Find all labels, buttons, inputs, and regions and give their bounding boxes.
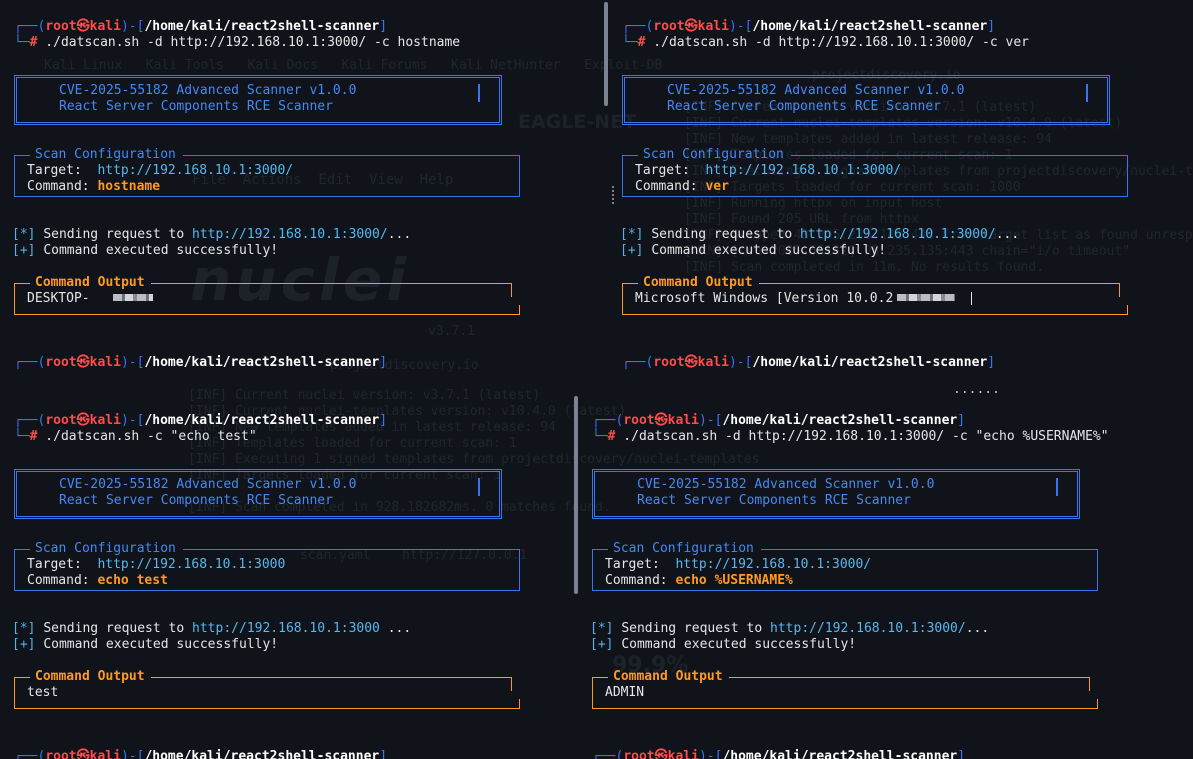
- prompt-line: ┌──(root㉿kali)-[/home/kali/react2shell-s…: [622, 19, 996, 34]
- command-output-title: Command Output: [35, 275, 145, 290]
- sending-line: [*] Sending request to http://192.168.10…: [620, 227, 1020, 242]
- command-line: └─# ./datscan.sh -d http://192.168.10.1:…: [592, 429, 1109, 444]
- command-output-value: DESKTOP-: [27, 291, 154, 307]
- prompt-line: ┌──(root㉿kali)-[/home/kali/react2shell-s…: [592, 413, 966, 428]
- banner-inner-bar: [1056, 478, 1058, 496]
- output-box-right-lower: [1097, 699, 1098, 709]
- banner-title: CVE-2025-55182 Advanced Scanner v1.0.0: [59, 83, 357, 98]
- scan-config-title: Scan Configuration: [35, 541, 176, 556]
- pane-bottom-right[interactable]: ┌──(root㉿kali)-[/home/kali/react2shell-s…: [578, 394, 1193, 759]
- config-target-row: Target: http://192.168.10.1:3000/: [605, 557, 872, 572]
- pane-bottom-left[interactable]: ┌──(root㉿kali)-[/home/kali/react2shell-s…: [0, 394, 572, 759]
- success-line: [+] Command executed successfully!: [620, 243, 887, 258]
- sending-line: [*] Sending request to http://192.168.10…: [590, 621, 990, 636]
- prompt-line-idle: ┌──(root㉿kali)-[/home/kali/react2shell-s…: [622, 355, 996, 370]
- output-box-right-lower: [519, 699, 520, 709]
- success-line: [+] Command executed successfully!: [590, 637, 857, 652]
- output-box-right: [1089, 677, 1090, 691]
- config-command-row: Command: echo %USERNAME%: [605, 573, 793, 588]
- command-output-value: ADMIN: [605, 685, 645, 700]
- command-line: └─# ./datscan.sh -d http://192.168.10.1:…: [14, 35, 461, 50]
- prompt-line: ┌──(root㉿kali)-[/home/kali/react2shell-s…: [14, 413, 388, 428]
- banner-title: CVE-2025-55182 Advanced Scanner v1.0.0: [59, 477, 357, 492]
- command-output-title: Command Output: [613, 669, 723, 684]
- config-command-row: Command: hostname: [27, 179, 161, 194]
- banner-subtitle: React Server Components RCE Scanner: [637, 493, 911, 508]
- text-cursor: [970, 292, 972, 305]
- banner-subtitle: React Server Components RCE Scanner: [59, 493, 333, 508]
- sending-line: [*] Sending request to http://192.168.10…: [12, 227, 412, 242]
- config-command-row: Command: echo test: [27, 573, 168, 588]
- command-output-value: Microsoft Windows [Version 10.0.2: [635, 291, 972, 307]
- scan-config-title: Scan Configuration: [643, 147, 784, 162]
- command-output-title: Command Output: [643, 275, 753, 290]
- banner-title: CVE-2025-55182 Advanced Scanner v1.0.0: [637, 477, 935, 492]
- scan-config-title: Scan Configuration: [613, 541, 754, 556]
- command-line: └─# ./datscan.sh -d http://192.168.10.1:…: [622, 35, 1030, 50]
- banner-inner-bar: [478, 478, 480, 496]
- output-box-right: [511, 283, 512, 297]
- command-line: └─# ./datscan.sh -c "echo test": [14, 429, 257, 444]
- config-target-row: Target: http://192.168.10.1:3000/: [27, 163, 294, 178]
- banner-title: CVE-2025-55182 Advanced Scanner v1.0.0: [667, 83, 965, 98]
- banner-subtitle: React Server Components RCE Scanner: [667, 99, 941, 114]
- config-target-row: Target: http://192.168.10.1:3000: [27, 557, 286, 572]
- prompt-line-idle: ┌──(root㉿kali)-[/home/kali/react2shell-s…: [14, 355, 388, 370]
- output-box-right: [1119, 283, 1120, 297]
- config-command-row: Command: ver: [635, 179, 729, 194]
- pane-top-left[interactable]: ┌──(root㉿kali)-[/home/kali/react2shell-s…: [0, 0, 600, 392]
- output-box-right-lower: [519, 305, 520, 315]
- prompt-line-idle: ┌──(root㉿kali)-[/home/kali/react2shell-s…: [592, 749, 966, 759]
- command-output-title: Command Output: [35, 669, 145, 684]
- success-line: [+] Command executed successfully!: [12, 637, 279, 652]
- sending-line: [*] Sending request to http://192.168.10…: [12, 621, 412, 636]
- pane-top-right[interactable]: ┌──(root㉿kali)-[/home/kali/react2shell-s…: [608, 0, 1193, 392]
- banner-subtitle: React Server Components RCE Scanner: [59, 99, 333, 114]
- prompt-line: ┌──(root㉿kali)-[/home/kali/react2shell-s…: [14, 19, 388, 34]
- prompt-line-idle: ┌──(root㉿kali)-[/home/kali/react2shell-s…: [14, 749, 388, 759]
- config-target-row: Target: http://192.168.10.1:3000/: [635, 163, 902, 178]
- output-box-right-lower: [1127, 305, 1128, 315]
- scan-config-title: Scan Configuration: [35, 147, 176, 162]
- banner-inner-bar: [1086, 84, 1088, 102]
- success-line: [+] Command executed successfully!: [12, 243, 279, 258]
- banner-inner-bar: [478, 84, 480, 102]
- output-box-right: [511, 677, 512, 691]
- command-output-value: test: [27, 685, 59, 700]
